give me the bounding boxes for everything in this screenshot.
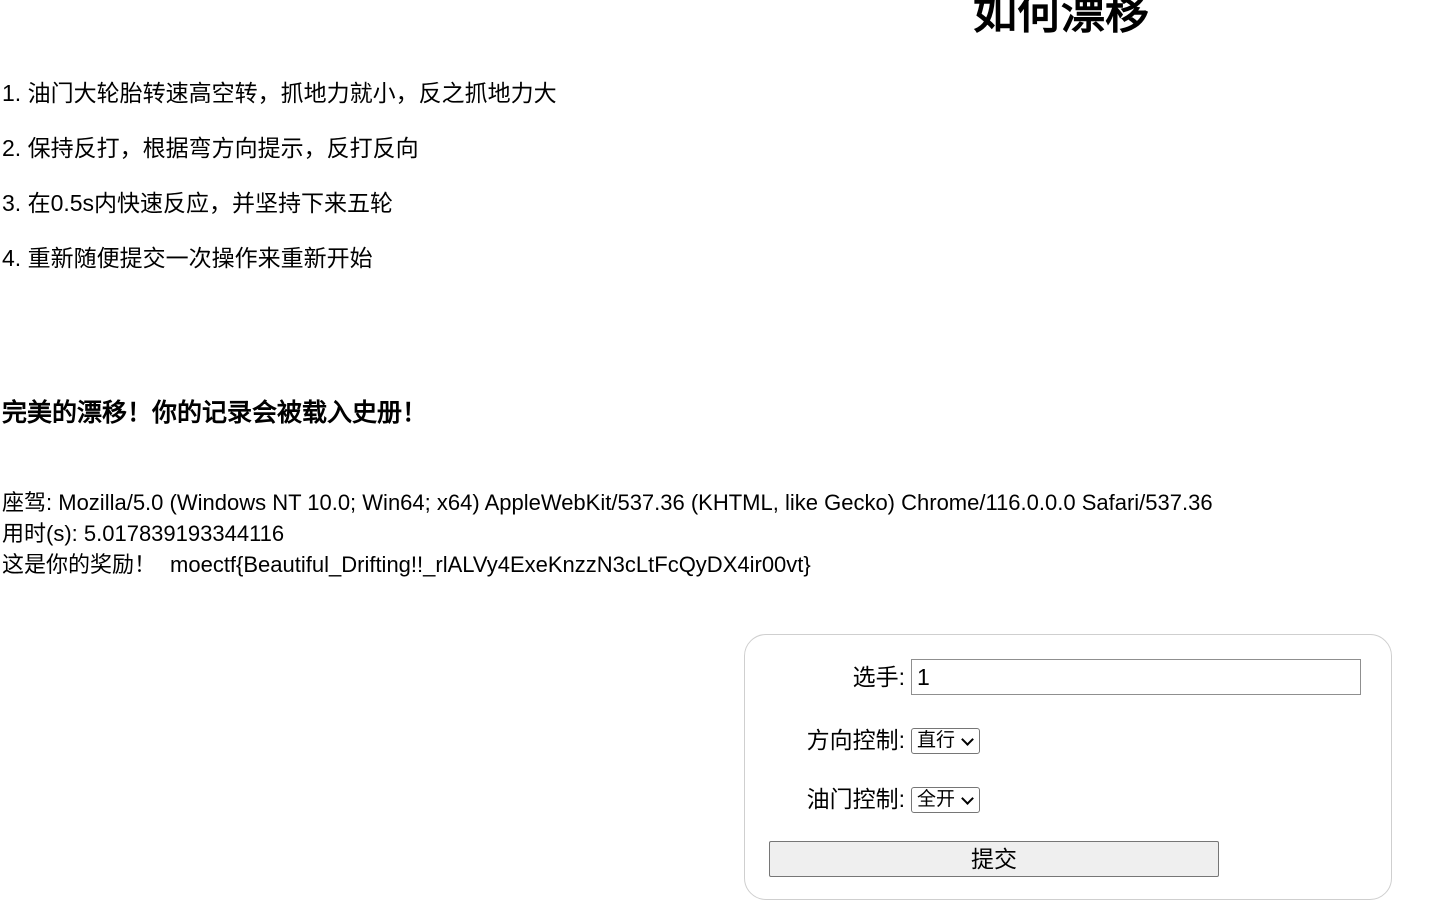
time-label: 用时(s):	[2, 521, 78, 546]
direction-select[interactable]: 直行	[911, 728, 981, 754]
throttle-label: 油门控制:	[806, 786, 905, 812]
control-form: 选手: 方向控制: 直行 油门控制: 全开 提交	[744, 634, 1392, 900]
time-row: 用时(s): 5.017839193344116	[2, 518, 1213, 549]
reward-label: 这是你的奖励！	[2, 552, 157, 577]
submit-button[interactable]: 提交	[769, 841, 1219, 877]
result-info: 座驾: Mozilla/5.0 (Windows NT 10.0; Win64;…	[2, 487, 1213, 580]
direction-label: 方向控制:	[806, 727, 905, 753]
throttle-select[interactable]: 全开	[911, 787, 981, 813]
instruction-item: 2. 保持反打，根据弯方向提示，反打反向	[2, 135, 419, 161]
instruction-item: 1. 油门大轮胎转速高空转，抓地力就小，反之抓地力大	[2, 80, 557, 106]
direction-selected-value: 直行	[917, 730, 956, 751]
flag-value: moectf{Beautiful_Drifting!!_rlALVy4ExeKn…	[170, 552, 811, 577]
player-label: 选手:	[852, 664, 905, 690]
reward-row: 这是你的奖励！ moectf{Beautiful_Drifting!!_rlALV…	[2, 549, 1213, 580]
page-title: 如何漂移	[973, 0, 1149, 38]
driver-row: 座驾: Mozilla/5.0 (Windows NT 10.0; Win64;…	[2, 487, 1213, 518]
driver-value: Mozilla/5.0 (Windows NT 10.0; Win64; x64…	[58, 490, 1213, 515]
result-heading: 完美的漂移！你的记录会被载入史册！	[2, 399, 428, 427]
instruction-item: 3. 在0.5s内快速反应，并坚持下来五轮	[2, 190, 394, 216]
instruction-list: 1. 油门大轮胎转速高空转，抓地力就小，反之抓地力大 2. 保持反打，根据弯方向…	[2, 77, 557, 297]
chevron-down-icon	[961, 792, 974, 805]
page: 如何漂移 1. 油门大轮胎转速高空转，抓地力就小，反之抓地力大 2. 保持反打，…	[0, 0, 1438, 919]
instruction-item: 4. 重新随便提交一次操作来重新开始	[2, 245, 373, 271]
time-value: 5.017839193344116	[83, 521, 285, 546]
chevron-down-icon	[961, 733, 974, 746]
throttle-selected-value: 全开	[917, 789, 956, 810]
driver-label: 座驾:	[2, 490, 53, 515]
player-input[interactable]	[911, 659, 1361, 695]
